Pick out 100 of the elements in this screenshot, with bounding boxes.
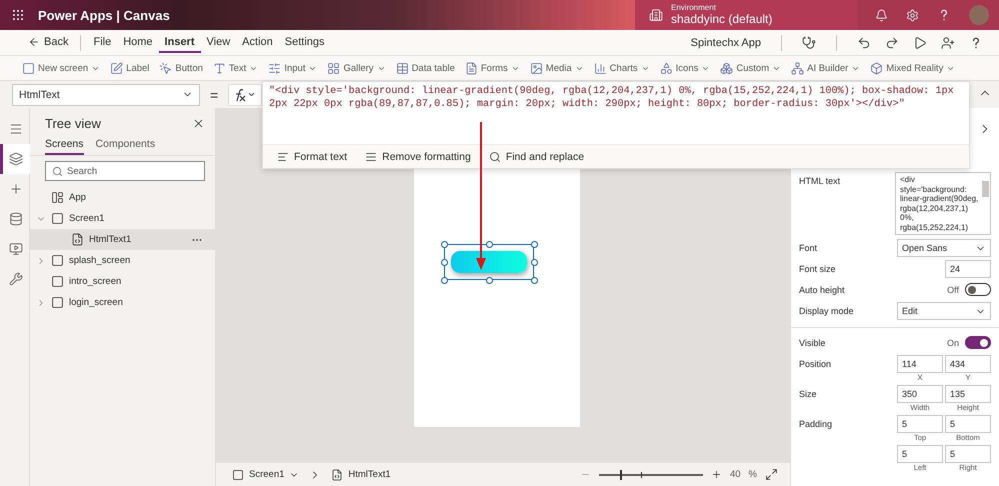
screen-dropdown[interactable]: Screen1 [228, 468, 304, 480]
toolbar-button[interactable]: Mixed Reality [866, 60, 960, 76]
property-input[interactable]: 114 [897, 355, 943, 373]
environment-label: Environment [671, 4, 717, 13]
screen-icon [22, 62, 35, 74]
toolbar-button[interactable]: Gallery [323, 60, 390, 76]
tree-item[interactable]: intro_screen [30, 271, 215, 292]
property-label: Size [799, 388, 817, 399]
property-input[interactable]: 350 [897, 385, 943, 403]
pointer-icon [159, 62, 172, 74]
property-dropdown[interactable]: HtmlText [12, 84, 200, 106]
property-label: Display mode [799, 305, 854, 316]
function-button[interactable] [228, 84, 262, 106]
zoom-unit: % [748, 469, 757, 480]
app-title: Power Apps | Canvas [38, 8, 170, 22]
toggle-switch[interactable] [965, 283, 991, 296]
property-label: Auto height [799, 284, 845, 295]
menu-tab[interactable]: File [87, 32, 118, 52]
html-file-icon [71, 233, 84, 246]
formula-editor[interactable] [262, 81, 970, 169]
settings-icon[interactable] [906, 8, 919, 22]
tree-item[interactable]: App [30, 187, 215, 208]
toolbar-button[interactable]: Icons [656, 60, 714, 76]
html-text-field[interactable]: <div style='background: linear-gradient(90deg, rgba(12,204,237,1) 0%, rgba(15,252,224,1) [895, 172, 991, 235]
menu-tab[interactable]: Home [117, 32, 159, 52]
toolbar-button[interactable]: Label [106, 60, 154, 76]
property-input[interactable]: 5 [897, 415, 943, 433]
property-input[interactable]: 5 [945, 415, 991, 433]
toggle-state: On [946, 338, 959, 348]
app-icon [51, 191, 64, 204]
tree-tab[interactable]: Components [96, 135, 156, 155]
undo-icon[interactable] [857, 36, 871, 50]
search-icon [488, 150, 501, 162]
toolbar-button[interactable]: Charts [590, 60, 654, 76]
tree-item[interactable]: login_screen [30, 292, 215, 313]
toggle-switch[interactable] [965, 336, 991, 349]
property-label: Padding [799, 418, 832, 429]
property-input[interactable]: 5 [897, 445, 943, 463]
property-input[interactable]: 135 [945, 385, 991, 403]
property-input[interactable]: 5 [945, 445, 991, 463]
toolbar-button[interactable]: Data table [392, 60, 459, 76]
editor-action[interactable]: Find and replace [482, 148, 590, 164]
format-text-icon [277, 150, 289, 162]
building-icon [649, 8, 663, 22]
close-icon[interactable] [192, 117, 205, 130]
property-label: Visible [799, 337, 826, 348]
property-dropdown[interactable]: Open Sans [897, 239, 991, 257]
play-icon[interactable] [913, 36, 927, 50]
back-button[interactable]: Back [22, 32, 74, 52]
toggle-state: Off [947, 284, 959, 294]
toolbar-button[interactable]: Input [264, 60, 322, 76]
zoom-in-icon[interactable] [710, 469, 722, 480]
pencil-square-icon [110, 62, 124, 74]
tree-item[interactable]: splash_screen [30, 250, 215, 271]
screen-icon [51, 296, 64, 309]
property-label: Font size [799, 263, 836, 274]
toolbar-button[interactable]: Text [208, 60, 262, 76]
person-icon[interactable] [941, 36, 955, 50]
toolbar-button[interactable]: AI Builder [787, 60, 864, 76]
menu-tab[interactable]: Insert [158, 32, 201, 52]
text-icon [212, 62, 226, 74]
screen-icon [232, 468, 244, 480]
document-icon [464, 62, 478, 74]
fit-screen-icon[interactable] [765, 468, 778, 481]
editor-action[interactable]: Format text [271, 148, 354, 164]
redo-icon[interactable] [885, 36, 899, 50]
lines-icon [365, 150, 378, 162]
toolbar-button[interactable]: New screen [18, 60, 104, 76]
menu-tab[interactable]: View [200, 32, 236, 52]
tree-tab[interactable]: Screens [45, 135, 84, 155]
arrow-left-icon [28, 36, 40, 48]
slider-thumb[interactable] [620, 470, 622, 480]
toolbar-button[interactable]: Media [526, 60, 588, 76]
tree-item[interactable]: HtmlText1 [30, 229, 215, 250]
tree-item[interactable]: Screen1 [30, 208, 215, 229]
property-input[interactable]: 434 [945, 355, 991, 373]
editor-action[interactable]: Remove formatting [359, 148, 477, 164]
menu-tab[interactable]: Settings [278, 32, 330, 52]
app-launcher-icon[interactable] [11, 8, 25, 22]
zoom-value: 40 [730, 469, 741, 480]
search-field[interactable]: Search [45, 161, 205, 181]
menu-tab[interactable]: Action [236, 32, 279, 52]
database-icon [9, 212, 23, 226]
bell-icon[interactable] [875, 8, 888, 22]
environment-picker[interactable]: Environment shaddyinc (default) [635, 0, 857, 30]
app-name: Spintechx App [690, 36, 761, 48]
html-file-icon [331, 468, 344, 480]
toolbar-button[interactable]: Forms [460, 60, 524, 76]
bar-chart-icon [594, 62, 607, 74]
toolbar-button[interactable]: Custom [716, 60, 786, 76]
control-breadcrumb[interactable]: HtmlText1 [327, 468, 395, 480]
property-label: Font [799, 242, 818, 253]
property-dropdown[interactable]: Edit [897, 302, 991, 320]
stethoscope-icon[interactable] [802, 36, 816, 50]
screen-icon [51, 254, 64, 267]
search-icon [52, 166, 63, 176]
formula-text: "<div style='background: linear-gradient(90deg, rgba(12,204,237,1) 0%, rgba(15,252,224,1) 100%); box-shadow: 1px 2px 22px 0px rgba(89,87,87,0.85); margin: 20px; width: 290px; height: 80px; border-radius: 30px'></div>" [268, 84, 955, 112]
property-input[interactable]: 24 [945, 260, 991, 278]
toolbar-button[interactable]: Button [155, 60, 207, 76]
equals-sign: = [210, 86, 218, 102]
